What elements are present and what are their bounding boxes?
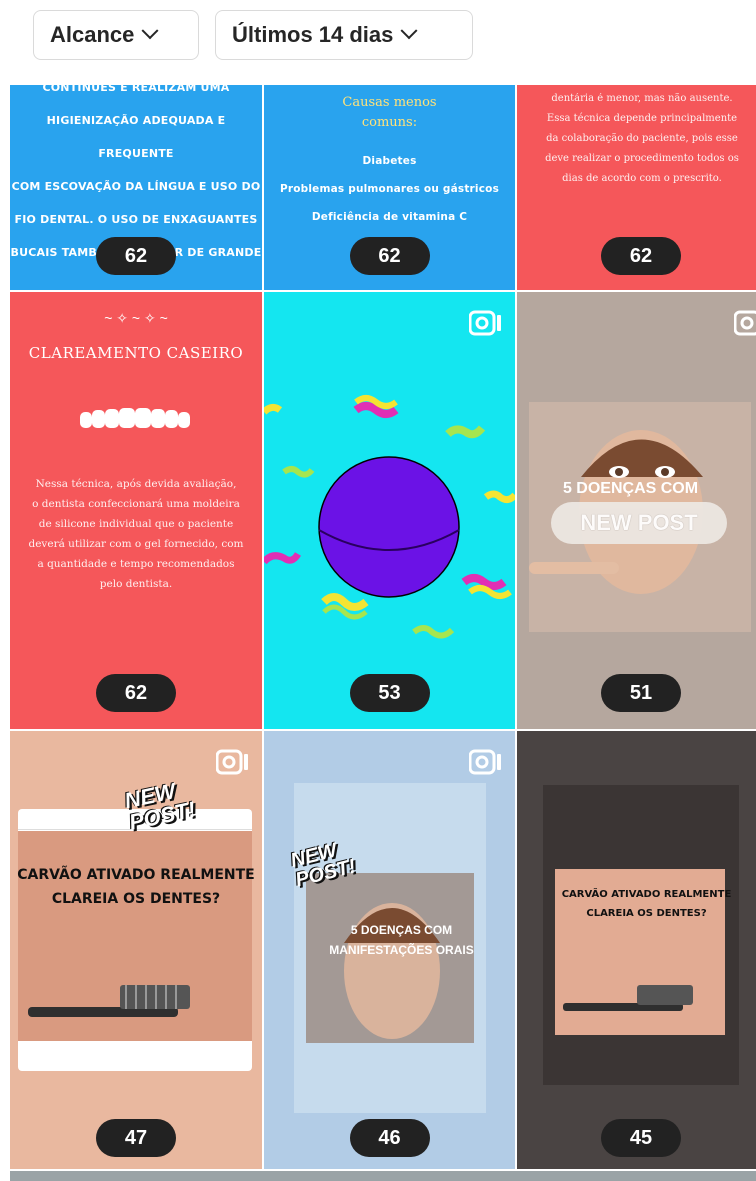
story-text: MANIFESTAÇÕES ORAIS — [329, 943, 474, 957]
post-text-line: FIO DENTAL. O USO DE ENXAGUANTES — [14, 213, 258, 226]
post-tile[interactable]: ~ ✧ ~ ✧ ~ CLAREAMENTO CASEIRO Nessa técn… — [10, 292, 262, 729]
chevron-down-icon — [141, 22, 159, 40]
post-text-line: pelo dentista. — [99, 578, 173, 590]
face-illustration — [344, 903, 440, 1039]
video-camera-icon — [734, 310, 756, 336]
post-tile[interactable]: CARVÃO ATIVADO REALMENTE CLAREIA OS DENT… — [517, 731, 756, 1169]
reach-count-badge: 62 — [349, 237, 430, 275]
post-text-line: Nessa técnica, após devida avaliação, — [35, 478, 237, 490]
filter-bar: Alcance Últimos 14 dias — [0, 0, 756, 70]
reach-count-badge: 47 — [96, 1119, 176, 1157]
reach-count-badge: 45 — [601, 1119, 681, 1157]
reach-count-badge: 62 — [601, 237, 681, 275]
story-text: 5 DOENÇAS COM — [350, 923, 453, 937]
post-text-line: deve realizar o procedimento todos os — [545, 153, 739, 164]
toothbrush-icon — [563, 985, 693, 1011]
post-text-line: Deficiência de vitamina C — [311, 211, 468, 223]
metric-dropdown[interactable]: Alcance — [33, 10, 199, 60]
period-dropdown[interactable]: Últimos 14 dias — [215, 10, 473, 60]
story-text: CARVÃO ATIVADO REALMENTE — [17, 867, 255, 883]
post-text-line: Problemas pulmonares ou gástricos — [279, 183, 500, 195]
post-text-line: Essa técnica depende principalmente — [546, 113, 738, 124]
post-text-line: de silicone individual que o paciente — [38, 518, 234, 530]
post-heading: CLAREAMENTO CASEIRO — [28, 344, 244, 362]
post-text-line: da colaboração do paciente, pois esse — [546, 133, 738, 144]
reach-count-badge: 62 — [96, 674, 176, 712]
post-text-line: CONTINUES E REALIZAM UMA — [42, 85, 230, 94]
ornament-icon: ~ ✧ ~ ✧ ~ — [104, 310, 168, 326]
post-tile[interactable]: CONTINUES E REALIZAM UMA HIGIENIZAÇÃO AD… — [10, 85, 262, 290]
post-text-line: COM ESCOVAÇÃO DA LÍNGUA E USO DO — [11, 180, 261, 193]
post-text-line: Diabetes — [362, 155, 417, 167]
story-preview-card — [543, 785, 739, 1085]
metric-dropdown-label: Alcance — [50, 22, 135, 47]
reach-count-badge: 46 — [349, 1119, 430, 1157]
story-text: CARVÃO ATIVADO REALMENTE — [561, 889, 732, 900]
post-text-line: dias de acordo com o prescrito. — [562, 173, 722, 184]
confetti-graphic — [264, 395, 515, 639]
post-text-line: HIGIENIZAÇÃO ADEQUADA E FREQUENTE — [46, 114, 226, 160]
teeth-icon — [76, 407, 196, 431]
post-tile[interactable]: 53 — [264, 292, 515, 729]
post-tile[interactable]: NEW POST! CARVÃO ATIVADO REALMENTE CLARE… — [10, 731, 262, 1169]
reach-count-badge: 51 — [601, 674, 681, 712]
post-tile[interactable]: Causas menos comuns: Diabetes Problemas … — [264, 85, 515, 290]
story-text: CLAREIA OS DENTES? — [51, 891, 221, 907]
post-text-line: dentária é menor, mas não ausente. — [551, 93, 733, 104]
reach-count-badge: 62 — [96, 237, 176, 275]
posts-grid: CONTINUES E REALIZAM UMA HIGIENIZAÇÃO AD… — [0, 85, 756, 1181]
period-dropdown-label: Últimos 14 dias — [232, 22, 394, 47]
next-row-peek — [10, 1171, 756, 1181]
new-post-label: NEW POST — [551, 502, 727, 544]
story-text: 5 DOENÇAS COM — [562, 480, 699, 497]
reach-count-badge: 53 — [349, 674, 430, 712]
video-camera-icon — [469, 749, 501, 775]
post-tile[interactable]: NEW POST! 5 DOENÇAS COM MANIFESTAÇÕES OR… — [264, 731, 515, 1169]
story-preview-card — [18, 809, 252, 1071]
post-text-line: o dentista confeccionará uma moldeira — [32, 498, 240, 510]
new-post-text: NEW POST — [580, 510, 698, 535]
chevron-down-icon — [400, 22, 418, 40]
story-text: CLAREIA OS DENTES? — [586, 908, 707, 919]
post-tile[interactable]: 5 DOENÇAS COM NEW POST 51 — [517, 292, 756, 729]
post-heading: Causas menos comuns: — [342, 95, 437, 130]
post-text-line: a quantidade e tempo recomendados — [37, 558, 235, 570]
toothbrush-icon — [28, 985, 190, 1017]
post-text-line: deverá utilizar com o gel fornecido, com — [28, 538, 244, 550]
post-tile[interactable]: dentária é menor, mas não ausente. Essa … — [517, 85, 756, 290]
